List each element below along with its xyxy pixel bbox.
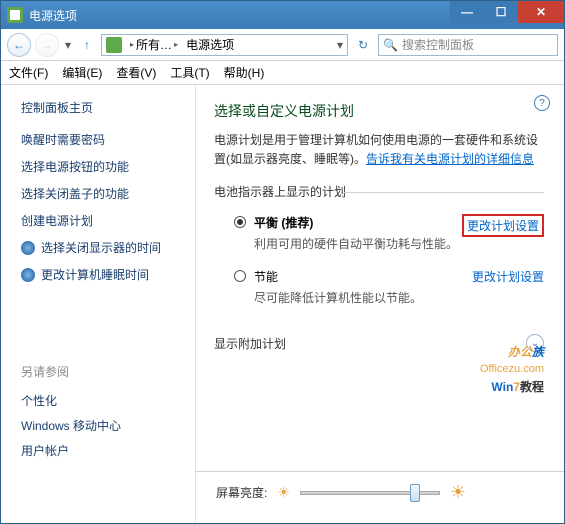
sidebar-item-lid[interactable]: 选择关闭盖子的功能 [1, 180, 195, 207]
address-icon [106, 37, 122, 53]
see-also-accounts[interactable]: 用户帐户 [21, 438, 121, 463]
see-also-mobility[interactable]: Windows 移动中心 [21, 413, 121, 438]
radio-powersaver[interactable] [234, 270, 246, 282]
see-also-header: 另请参阅 [21, 363, 121, 380]
forward-button: → [35, 33, 59, 57]
plan-powersaver[interactable]: 节能 尽可能降低计算机性能以节能。 更改计划设置 [214, 262, 544, 316]
titlebar: 电源选项 — ☐ ✕ [1, 1, 564, 29]
history-dropdown-icon[interactable]: ▾ [65, 38, 71, 52]
window-title: 电源选项 [29, 7, 450, 24]
chevron-icon: ▸ [130, 40, 134, 49]
close-button[interactable]: ✕ [518, 1, 564, 23]
nav-toolbar: ← → ▾ ↑ ▸所有…▸ 电源选项 ▾ ↻ 🔍 搜索控制面板 [1, 29, 564, 61]
plan-desc: 尽可能降低计算机性能以节能。 [254, 289, 544, 306]
brightness-slider[interactable] [300, 484, 440, 502]
menu-tools[interactable]: 工具(T) [170, 64, 209, 81]
plan-desc: 利用可用的硬件自动平衡功耗与性能。 [254, 235, 544, 252]
search-placeholder: 搜索控制面板 [402, 36, 474, 53]
menu-file[interactable]: 文件(F) [9, 64, 48, 81]
sun-bright-icon: ☀ [450, 482, 466, 503]
maximize-button[interactable]: ☐ [484, 1, 518, 23]
refresh-button[interactable]: ↻ [352, 34, 374, 56]
brightness-bar: 屏幕亮度: ☀ ☀ [196, 471, 564, 513]
address-bar[interactable]: ▸所有…▸ 电源选项 ▾ [101, 34, 348, 56]
minimize-button[interactable]: — [450, 1, 484, 23]
change-plan-settings-link[interactable]: 更改计划设置 [472, 268, 544, 285]
see-also-personalize[interactable]: 个性化 [21, 388, 121, 413]
page-description: 电源计划是用于管理计算机如何使用电源的一套硬件和系统设置(如显示器亮度、睡眠等)… [214, 131, 544, 169]
breadcrumb-seg[interactable]: 电源选项 [186, 36, 234, 53]
show-more-plans[interactable]: 显示附加计划 [214, 335, 286, 352]
up-button[interactable]: ↑ [77, 35, 97, 55]
expand-button[interactable]: ⌄ [526, 334, 544, 352]
plan-group-label: 电池指示器上显示的计划 [214, 183, 544, 200]
sidebar-item-password[interactable]: 唤醒时需要密码 [1, 126, 195, 153]
search-icon: 🔍 [383, 38, 398, 52]
learn-more-link[interactable]: 告诉我有关电源计划的详细信息 [366, 152, 534, 166]
menu-view[interactable]: 查看(V) [116, 64, 156, 81]
app-icon [7, 7, 23, 23]
sidebar-item-sleep[interactable]: 更改计算机睡眠时间 [1, 261, 195, 288]
address-dropdown-icon[interactable]: ▾ [337, 38, 343, 52]
plan-balanced[interactable]: 平衡 (推荐) 利用可用的硬件自动平衡功耗与性能。 更改计划设置 [214, 208, 544, 262]
menu-bar: 文件(F) 编辑(E) 查看(V) 工具(T) 帮助(H) [1, 61, 564, 85]
sun-dim-icon: ☀ [277, 484, 290, 501]
sidebar-header[interactable]: 控制面板主页 [1, 99, 195, 126]
sidebar-item-create[interactable]: 创建电源计划 [1, 207, 195, 234]
back-button[interactable]: ← [7, 33, 31, 57]
search-input[interactable]: 🔍 搜索控制面板 [378, 34, 558, 56]
sidebar-item-powerbtn[interactable]: 选择电源按钮的功能 [1, 153, 195, 180]
help-icon[interactable]: ? [534, 95, 550, 111]
change-plan-settings-link[interactable]: 更改计划设置 [462, 214, 544, 237]
main-panel: ? 选择或自定义电源计划 电源计划是用于管理计算机如何使用电源的一套硬件和系统设… [196, 85, 564, 523]
radio-balanced[interactable] [234, 216, 246, 228]
sidebar: 控制面板主页 唤醒时需要密码 选择电源按钮的功能 选择关闭盖子的功能 创建电源计… [1, 85, 196, 523]
sleep-icon [21, 268, 35, 282]
sidebar-item-display-off[interactable]: 选择关闭显示器的时间 [1, 234, 195, 261]
menu-edit[interactable]: 编辑(E) [62, 64, 102, 81]
display-icon [21, 241, 35, 255]
menu-help[interactable]: 帮助(H) [224, 64, 265, 81]
page-heading: 选择或自定义电源计划 [214, 101, 544, 121]
breadcrumb-seg[interactable]: 所有… [136, 36, 172, 53]
brightness-label: 屏幕亮度: [216, 484, 267, 501]
